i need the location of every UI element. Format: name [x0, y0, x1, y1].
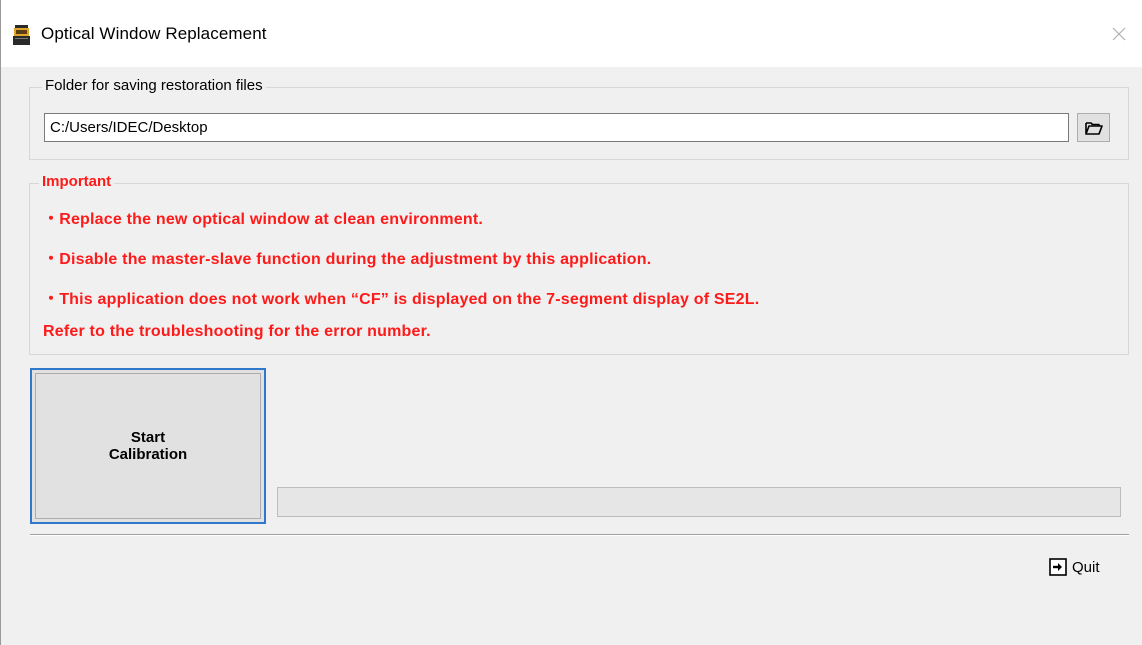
- important-note-2: ・Disable the master-slave function durin…: [43, 251, 652, 268]
- browse-folder-button[interactable]: [1077, 113, 1110, 142]
- app-icon: [13, 25, 30, 45]
- close-icon: [1112, 27, 1126, 41]
- window-title: Optical Window Replacement: [41, 24, 267, 43]
- exit-icon: [1049, 558, 1067, 576]
- folder-group-label: Folder for saving restoration files: [42, 77, 266, 94]
- start-calibration-label: Start Calibration: [109, 429, 187, 463]
- dialog-window: Optical Window Replacement Folder for sa…: [0, 0, 1142, 645]
- folder-path-input[interactable]: [44, 113, 1069, 142]
- important-note-3: ・This application does not work when “CF…: [43, 291, 760, 308]
- title-bar: Optical Window Replacement: [1, 0, 1142, 67]
- quit-label: Quit: [1072, 558, 1100, 576]
- start-calibration-button[interactable]: Start Calibration: [30, 368, 266, 524]
- start-label-line2: Calibration: [108, 446, 188, 463]
- close-button[interactable]: [1096, 12, 1142, 56]
- folder-open-icon: [1084, 121, 1103, 135]
- quit-button[interactable]: Quit: [1049, 555, 1100, 579]
- important-note-1: ・Replace the new optical window at clean…: [43, 211, 484, 228]
- start-label-line1: Start: [130, 429, 166, 446]
- separator-line: [30, 534, 1129, 536]
- calibration-progress-bar: [277, 487, 1121, 517]
- important-group-label: Important: [39, 173, 115, 190]
- important-note-4: Refer to the troubleshooting for the err…: [43, 323, 431, 340]
